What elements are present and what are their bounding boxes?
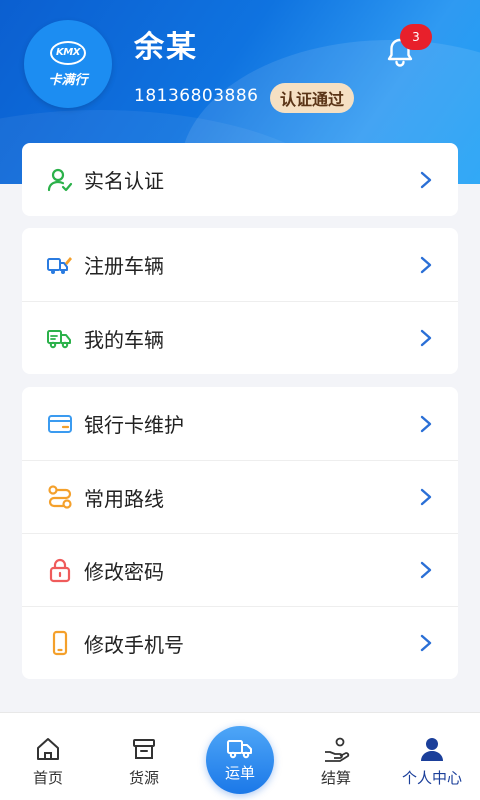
menu-item-label: 修改密码 bbox=[84, 559, 164, 584]
tab-waybill[interactable]: 运单 bbox=[206, 726, 274, 794]
certification-badge: 认证通过 bbox=[270, 83, 355, 113]
person-icon bbox=[421, 738, 443, 761]
menu-item-label: 修改手机号 bbox=[84, 632, 184, 657]
menu-item-change-password[interactable]: 修改密码 bbox=[22, 533, 458, 606]
home-icon bbox=[37, 738, 59, 760]
chevron-right-icon bbox=[420, 634, 432, 652]
tab-label: 结算 bbox=[320, 769, 351, 787]
menu-item-label: 实名认证 bbox=[84, 169, 164, 193]
menu-item-routes[interactable]: 常用路线 bbox=[22, 460, 458, 533]
chevron-right-icon bbox=[420, 256, 432, 273]
chevron-right-icon bbox=[420, 329, 432, 347]
tab-settlement[interactable]: 结算 bbox=[288, 713, 384, 800]
logo-mark: KMX bbox=[50, 40, 86, 65]
menu-item-label: 注册车辆 bbox=[84, 254, 164, 278]
menu-group-settings: 银行卡维护 常用路线 修改密码 修改手机号 bbox=[22, 387, 458, 679]
chevron-right-icon bbox=[420, 488, 432, 506]
chevron-right-icon bbox=[420, 171, 432, 188]
hand-coin-icon bbox=[325, 737, 350, 762]
menu-item-label: 银行卡维护 bbox=[84, 413, 184, 437]
menu-group-vehicles: 注册车辆 我的车辆 bbox=[22, 228, 458, 374]
avatar[interactable]: KMX 卡满行 bbox=[24, 20, 112, 108]
menu-item-change-phone[interactable]: 修改手机号 bbox=[22, 606, 458, 679]
truck-icon bbox=[47, 330, 71, 349]
chevron-right-icon bbox=[420, 561, 432, 579]
tab-home[interactable]: 首页 bbox=[0, 713, 96, 800]
route-icon bbox=[48, 485, 72, 509]
phone-icon bbox=[52, 630, 68, 656]
menu-item-register-vehicle[interactable]: 注册车辆 bbox=[22, 228, 458, 301]
user-name: 余某 bbox=[134, 30, 198, 65]
tab-label: 个人中心 bbox=[401, 769, 462, 787]
menu-item-label: 我的车辆 bbox=[84, 327, 164, 352]
tab-label: 货源 bbox=[128, 769, 159, 787]
truck-edit-icon bbox=[47, 256, 72, 274]
logo-text: 卡满行 bbox=[48, 72, 88, 88]
menu-item-bank-card[interactable]: 银行卡维护 bbox=[22, 387, 458, 460]
tab-label: 运单 bbox=[224, 763, 255, 782]
lock-icon bbox=[49, 558, 71, 583]
menu-item-my-vehicles[interactable]: 我的车辆 bbox=[22, 301, 458, 374]
menu-item-label: 常用路线 bbox=[84, 486, 164, 511]
box-icon bbox=[133, 739, 155, 759]
tab-goods[interactable]: 货源 bbox=[96, 713, 192, 800]
chevron-right-icon bbox=[420, 415, 432, 432]
truck-icon bbox=[227, 739, 252, 758]
notification-badge: 3 bbox=[400, 24, 432, 50]
menu-item-real-name[interactable]: 实名认证 bbox=[22, 143, 458, 216]
user-phone: 18136803886 bbox=[134, 86, 259, 106]
tab-label: 首页 bbox=[32, 769, 63, 787]
user-check-icon bbox=[47, 168, 73, 191]
tab-profile[interactable]: 个人中心 bbox=[384, 713, 480, 800]
menu-group-verification: 实名认证 bbox=[22, 143, 458, 216]
bank-card-icon bbox=[48, 414, 72, 433]
